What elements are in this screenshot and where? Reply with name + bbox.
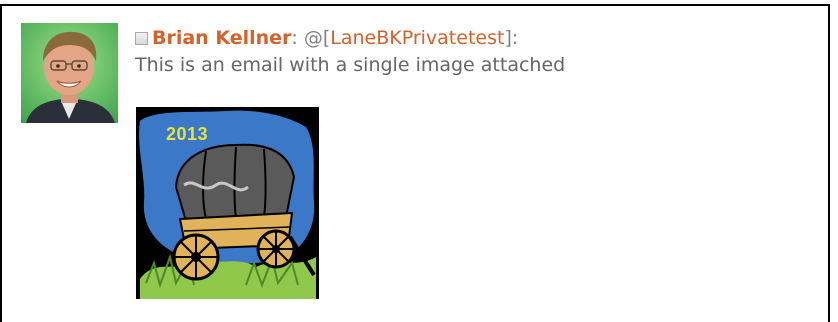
post-content: Brian Kellner : @ [ LaneBKPrivatetest ] … bbox=[135, 26, 565, 77]
mention-at-sign: @ bbox=[303, 27, 323, 49]
avatar[interactable] bbox=[21, 23, 118, 123]
image-attachment[interactable]: 2013 bbox=[136, 107, 319, 299]
select-checkbox[interactable] bbox=[135, 31, 148, 45]
mention-open-bracket: [ bbox=[322, 27, 331, 49]
message-frame: Brian Kellner : @ [ LaneBKPrivatetest ] … bbox=[0, 4, 830, 322]
user-avatar-icon bbox=[21, 23, 118, 123]
mention-close-bracket: ] bbox=[504, 27, 512, 49]
mention-colon: : bbox=[511, 27, 519, 49]
covered-wagon-icon bbox=[139, 110, 316, 299]
mention-link[interactable]: LaneBKPrivatetest bbox=[330, 26, 504, 50]
year-label: 2013 bbox=[166, 124, 209, 144]
post-header: Brian Kellner : @ [ LaneBKPrivatetest ] … bbox=[135, 26, 565, 50]
message-text: This is an email with a single image att… bbox=[135, 54, 566, 76]
author-name-link[interactable]: Brian Kellner bbox=[152, 26, 291, 50]
author-colon: : bbox=[291, 27, 298, 49]
